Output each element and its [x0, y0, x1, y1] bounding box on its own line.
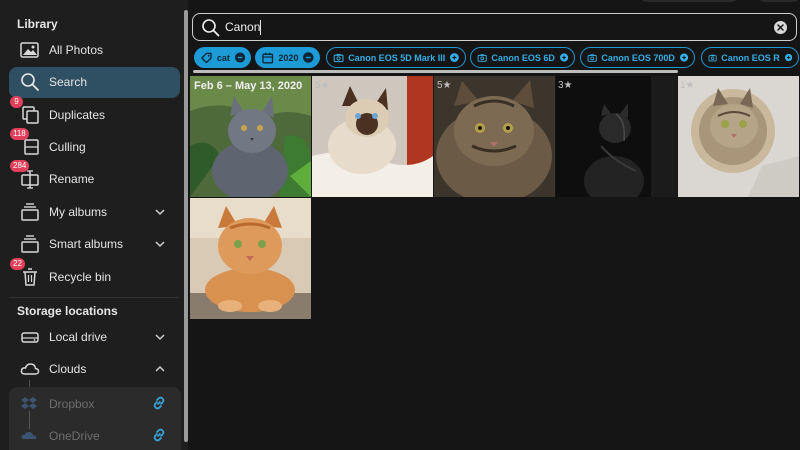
sidebar-item-culling[interactable]: 118 Culling — [9, 128, 180, 163]
sidebar-item-clouds[interactable]: Clouds — [9, 354, 180, 385]
sidebar-divider — [9, 297, 179, 298]
link-icon[interactable] — [151, 395, 167, 411]
remove-filter-icon[interactable] — [234, 52, 245, 63]
cloud-item-dropbox[interactable]: Dropbox — [9, 389, 181, 417]
onedrive-icon — [21, 432, 37, 439]
search-bar — [192, 13, 797, 41]
sidebar-item-smart-albums[interactable]: Smart albums — [9, 229, 180, 260]
dropbox-icon — [21, 397, 37, 409]
filter-chip-label: Canon EOS 700D — [601, 52, 675, 63]
filter-chip-label: Canon EOS 6D — [491, 52, 555, 63]
close-icon — [777, 24, 784, 31]
rename-count-badge: 284 — [10, 160, 30, 172]
filter-chip-label: Canon EOS R — [721, 52, 780, 63]
camera-icon — [587, 53, 597, 62]
sidebar-item-search[interactable]: Search — [9, 67, 180, 98]
search-icon — [202, 19, 220, 37]
sidebar-item-label: Search — [49, 75, 88, 89]
camera-icon — [708, 54, 717, 61]
photo-thumbnail[interactable] — [312, 76, 433, 197]
culling-icon — [19, 137, 41, 157]
filter-chip-camera[interactable]: Canon EOS 6D — [470, 47, 575, 68]
clouds-panel: Dropbox OneDrive — [9, 387, 181, 450]
photo-thumbnail[interactable] — [190, 76, 311, 197]
sidebar-item-duplicates[interactable]: 9 Duplicates — [9, 96, 180, 131]
chevron-down-icon[interactable] — [154, 238, 166, 250]
filter-chip-label: cat — [216, 52, 230, 63]
calendar-icon — [262, 52, 274, 63]
sidebar-item-label: All Photos — [49, 43, 104, 57]
sidebar: Library All Photos Search 9 Duplicates 1… — [0, 0, 188, 450]
tag-icon — [201, 52, 212, 63]
filter-chips: cat 2020 Canon EOS 5D Mark III Canon EOS… — [194, 46, 800, 70]
filter-chip-tag[interactable]: cat — [194, 47, 251, 68]
photo-rating: 5★ — [437, 80, 452, 91]
add-filter-icon[interactable] — [559, 52, 568, 63]
filter-chip-date[interactable]: 2020 — [255, 47, 320, 68]
cloud-item-onedrive[interactable]: OneDrive — [9, 421, 181, 449]
drive-icon — [19, 327, 41, 347]
add-filter-icon[interactable] — [450, 52, 459, 63]
smart-album-icon — [19, 234, 41, 254]
chevron-down-icon[interactable] — [154, 331, 166, 343]
photo-grid — [189, 76, 800, 450]
storage-heading: Storage locations — [17, 304, 118, 318]
link-icon[interactable] — [151, 427, 167, 443]
chevron-up-icon[interactable] — [154, 363, 166, 375]
filter-chips-scrollbar[interactable] — [193, 70, 678, 73]
sidebar-item-my-albums[interactable]: My albums — [9, 197, 180, 228]
add-filter-icon[interactable] — [784, 52, 792, 63]
photo-rating: 1★ — [680, 80, 695, 91]
filter-chip-camera[interactable]: Canon EOS 5D Mark III — [326, 47, 466, 68]
trash-icon — [19, 267, 41, 287]
text-caret — [260, 20, 261, 35]
clear-search-button[interactable] — [774, 21, 787, 34]
sidebar-item-label: Smart albums — [49, 237, 124, 251]
search-icon — [19, 72, 41, 92]
culling-count-badge: 118 — [10, 128, 29, 140]
sidebar-item-recycle-bin[interactable]: 22 Recycle bin — [9, 258, 180, 293]
add-filter-icon[interactable] — [679, 52, 688, 63]
photo-rating: 3★ — [558, 80, 573, 91]
photo-thumbnail[interactable] — [556, 76, 677, 197]
sidebar-item-all-photos[interactable]: All Photos — [9, 35, 180, 66]
sidebar-item-label: Rename — [49, 172, 95, 186]
sidebar-item-label: Duplicates — [49, 108, 106, 122]
photo-thumbnail[interactable] — [190, 198, 311, 319]
sidebar-item-local-drive[interactable]: Local drive — [9, 322, 180, 353]
sidebar-item-rename[interactable]: 284 Rename — [9, 160, 180, 195]
filter-chip-label: Canon EOS 5D Mark III — [348, 52, 446, 63]
camera-icon — [477, 53, 487, 62]
filter-chip-camera[interactable]: Canon EOS R — [701, 47, 799, 68]
toolbar-button[interactable] — [641, 0, 737, 2]
photo-thumbnail[interactable] — [678, 76, 799, 197]
album-icon — [19, 202, 41, 222]
remove-filter-icon[interactable] — [303, 52, 314, 63]
sidebar-item-label: Culling — [49, 140, 86, 154]
main-area: cat 2020 Canon EOS 5D Mark III Canon EOS… — [189, 0, 800, 450]
photo-icon — [19, 40, 41, 60]
recycle-bin-count-badge: 22 — [10, 258, 25, 270]
sidebar-item-label: Recycle bin — [49, 270, 112, 284]
photo-rating: 5★ — [315, 80, 330, 91]
rename-icon — [19, 169, 41, 189]
cloud-item-label: OneDrive — [49, 429, 100, 443]
filter-chip-camera[interactable]: Canon EOS 700D — [580, 47, 695, 68]
sidebar-item-label: My albums — [49, 205, 108, 219]
sidebar-scrollbar[interactable] — [184, 10, 188, 442]
photo-thumbnail[interactable] — [434, 76, 555, 197]
date-range-label: Feb 6 – May 13, 2020 — [194, 80, 303, 92]
chevron-down-icon[interactable] — [154, 206, 166, 218]
filter-chip-label: 2020 — [278, 52, 299, 63]
duplicates-icon — [19, 105, 41, 125]
toolbar-button[interactable] — [759, 0, 799, 2]
cloud-item-label: Dropbox — [49, 397, 95, 411]
duplicates-count-badge: 9 — [10, 96, 23, 108]
cloud-icon — [19, 359, 41, 379]
camera-icon — [333, 53, 344, 62]
sidebar-item-label: Local drive — [49, 330, 108, 344]
sidebar-item-label: Clouds — [49, 362, 87, 376]
library-heading: Library — [17, 17, 58, 31]
search-input[interactable] — [225, 18, 765, 36]
